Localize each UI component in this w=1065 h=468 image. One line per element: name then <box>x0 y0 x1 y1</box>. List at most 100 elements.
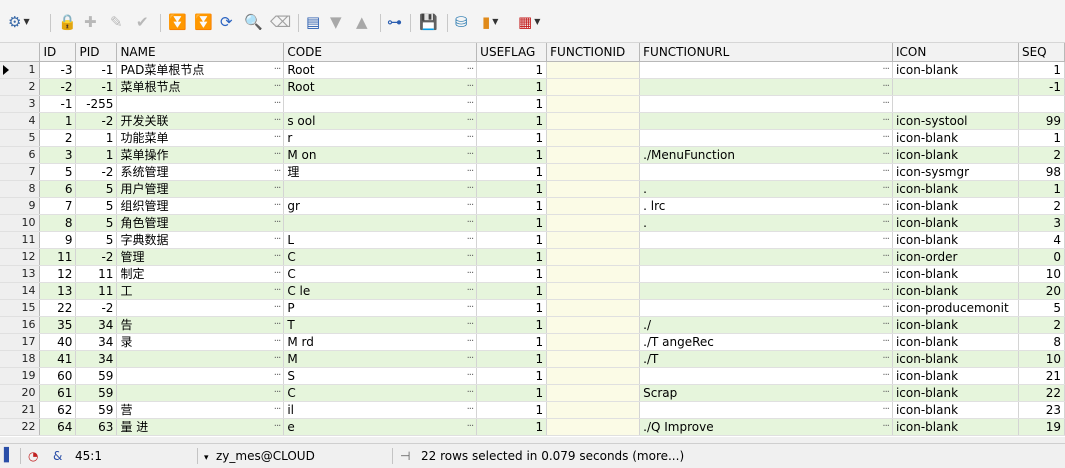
row-number[interactable]: 6 <box>0 146 41 164</box>
cell-url[interactable]: ··· ./ <box>639 316 893 334</box>
cell-fid[interactable] <box>546 265 641 283</box>
cell-id[interactable]: 13 <box>39 282 77 300</box>
ellipsis-button[interactable]: ··· <box>274 368 281 384</box>
refresh-icon[interactable]: ⟳ <box>220 12 233 32</box>
sort-descending-icon[interactable]: ▼ <box>330 12 342 32</box>
ellipsis-button[interactable]: ··· <box>882 130 889 146</box>
cell-name[interactable]: ··· 字典数据 <box>116 231 285 249</box>
cell-useflag[interactable]: 1 <box>476 265 548 283</box>
ellipsis-button[interactable]: ··· <box>274 385 281 401</box>
row-number[interactable]: 16 <box>0 316 41 334</box>
cell-useflag[interactable]: 1 <box>476 333 548 351</box>
ellipsis-button[interactable]: ··· <box>467 249 474 265</box>
cell-fid[interactable] <box>546 299 641 317</box>
cell-url[interactable]: ··· <box>639 401 893 419</box>
cell-id[interactable]: 7 <box>39 197 77 215</box>
ellipsis-button[interactable]: ··· <box>882 164 889 180</box>
cell-pid[interactable]: -1 <box>75 61 118 79</box>
cell-icon[interactable]: icon-blank <box>892 180 1019 198</box>
cell-useflag[interactable]: 1 <box>476 350 548 368</box>
cell-url[interactable]: ··· Scrap <box>639 384 893 402</box>
table-row[interactable]: 3 -1 -255 ··· ··· 1 ··· <box>0 95 1065 113</box>
cell-name[interactable]: ··· 制定 <box>116 265 285 283</box>
cell-useflag[interactable]: 1 <box>476 197 548 215</box>
ellipsis-button[interactable]: ··· <box>882 266 889 282</box>
cell-url[interactable]: ···. <box>639 214 893 232</box>
cell-name[interactable]: ··· 系统管理 <box>116 163 285 181</box>
cell-icon[interactable]: icon-blank <box>892 129 1019 147</box>
ellipsis-button[interactable]: ··· <box>467 368 474 384</box>
cell-pid[interactable]: 59 <box>75 401 118 419</box>
cell-icon[interactable]: icon-blank <box>892 401 1019 419</box>
ellipsis-button[interactable]: ··· <box>467 79 474 95</box>
cell-url[interactable]: ··· ./T <box>639 350 893 368</box>
ellipsis-button[interactable]: ··· <box>467 385 474 401</box>
ellipsis-button[interactable]: ··· <box>274 130 281 146</box>
cell-icon[interactable]: icon-blank <box>892 265 1019 283</box>
cell-id[interactable]: 11 <box>39 248 77 266</box>
ellipsis-button[interactable]: ··· <box>882 334 889 350</box>
cell-useflag[interactable]: 1 <box>476 367 548 385</box>
ellipsis-button[interactable]: ··· <box>882 147 889 163</box>
row-number[interactable]: 9 <box>0 197 41 215</box>
query-by-example-icon[interactable]: ⚙ ▼ <box>8 12 30 32</box>
cell-pid[interactable]: -1 <box>75 78 118 96</box>
cell-url[interactable]: ··· <box>639 95 893 113</box>
cell-code[interactable]: ··· M <box>283 350 478 368</box>
cell-seq[interactable]: 2 <box>1018 316 1065 334</box>
cell-code[interactable]: ··· T <box>283 316 478 334</box>
cell-seq[interactable]: -1 <box>1018 78 1065 96</box>
table-row[interactable]: 8 6 5 ··· 用户管理 ··· 1 ···. icon-blank 1 <box>0 180 1065 198</box>
table-row[interactable]: 6 3 1 ··· 菜单操作 ··· M on 1 ··· ./MenuFunction icon… <box>0 146 1065 164</box>
cell-useflag[interactable]: 1 <box>476 163 548 181</box>
cell-seq[interactable]: 3 <box>1018 214 1065 232</box>
cell-id[interactable]: 22 <box>39 299 77 317</box>
table-row[interactable]: 17 40 34 ··· 录 ··· M rd 1 ··· ./T angeRec icon-bl… <box>0 333 1065 351</box>
column-header-code[interactable]: CODE <box>283 43 478 62</box>
row-number[interactable]: 4 <box>0 112 41 130</box>
cell-seq[interactable]: 22 <box>1018 384 1065 402</box>
cell-id[interactable]: -2 <box>39 78 77 96</box>
cell-code[interactable]: ··· il <box>283 401 478 419</box>
ellipsis-button[interactable]: ··· <box>274 232 281 248</box>
cell-name[interactable]: ··· <box>116 350 285 368</box>
fetch-all-icon[interactable]: ⏬ <box>194 12 213 32</box>
cell-code[interactable]: ··· C le <box>283 282 478 300</box>
cell-seq[interactable]: 1 <box>1018 61 1065 79</box>
cell-url[interactable]: ··· . lrc <box>639 197 893 215</box>
cell-useflag[interactable]: 1 <box>476 418 548 436</box>
row-number[interactable]: 15 <box>0 299 41 317</box>
cell-fid[interactable] <box>546 384 641 402</box>
cell-icon[interactable]: icon-blank <box>892 61 1019 79</box>
ellipsis-button[interactable]: ··· <box>467 300 474 316</box>
cell-name[interactable]: ··· <box>116 95 285 113</box>
table-row[interactable]: 20 61 59 ··· ··· C 1 ··· Scrap icon-blank 22 <box>0 384 1065 402</box>
cell-id[interactable]: 41 <box>39 350 77 368</box>
table-row[interactable]: 5 2 1 ··· 功能菜单 ··· r 1 ··· icon-blank 1 <box>0 129 1065 147</box>
row-number[interactable]: 2 <box>0 78 41 96</box>
cell-useflag[interactable]: 1 <box>476 248 548 266</box>
cell-name[interactable]: ··· 菜单根节点 <box>116 78 285 96</box>
cell-pid[interactable]: 59 <box>75 384 118 402</box>
table-row[interactable]: 10 8 5 ··· 角色管理 ··· 1 ···. icon-blank 3 <box>0 214 1065 232</box>
cell-fid[interactable] <box>546 180 641 198</box>
column-header-useflag[interactable]: USEFLAG <box>476 43 548 62</box>
ellipsis-button[interactable]: ··· <box>467 215 474 231</box>
cell-url[interactable]: ··· ./T angeRec <box>639 333 893 351</box>
cell-name[interactable]: ··· 开发关联 <box>116 112 285 130</box>
cell-name[interactable]: ··· 工 <box>116 282 285 300</box>
cell-useflag[interactable]: 1 <box>476 78 548 96</box>
chevron-down-icon[interactable]: ▼ <box>492 12 498 32</box>
cell-seq[interactable]: 19 <box>1018 418 1065 436</box>
cell-code[interactable]: ··· C <box>283 384 478 402</box>
ellipsis-button[interactable]: ··· <box>467 334 474 350</box>
cell-code[interactable]: ··· C <box>283 265 478 283</box>
cell-pid[interactable]: 59 <box>75 367 118 385</box>
cell-fid[interactable] <box>546 95 641 113</box>
cell-icon[interactable]: icon-blank <box>892 282 1019 300</box>
cell-id[interactable]: 12 <box>39 265 77 283</box>
cell-pid[interactable]: 5 <box>75 197 118 215</box>
ellipsis-button[interactable]: ··· <box>882 249 889 265</box>
cell-seq[interactable]: 99 <box>1018 112 1065 130</box>
cell-name[interactable]: ··· 量 进 <box>116 418 285 436</box>
